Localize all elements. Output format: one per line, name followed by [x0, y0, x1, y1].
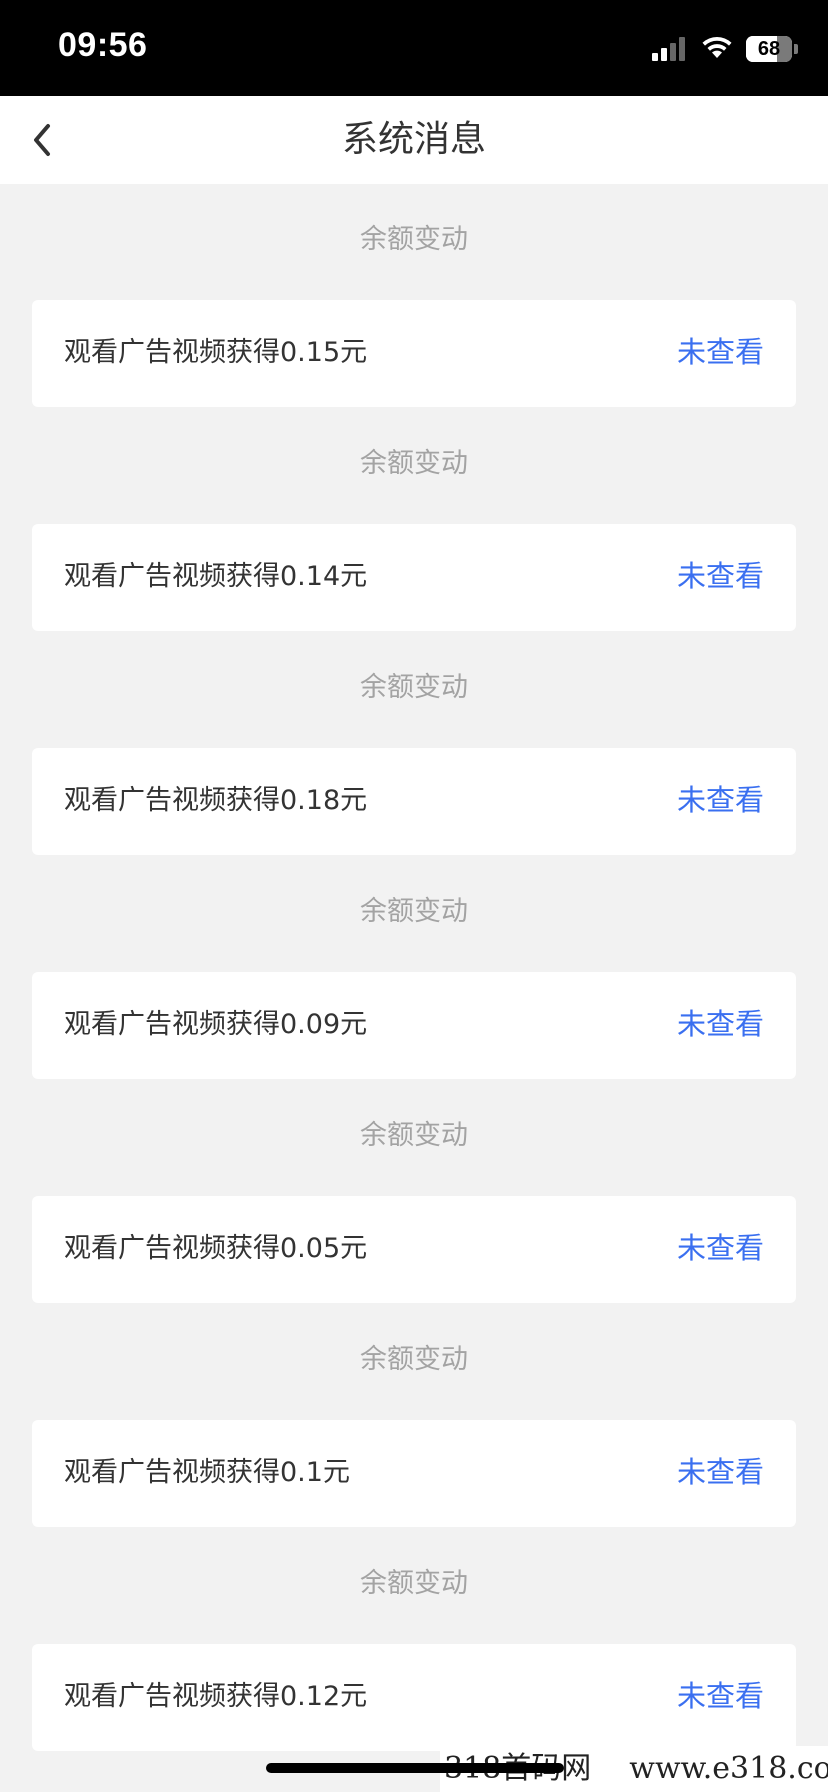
message-group: 余额变动 观看广告视频获得0.15元 未查看: [0, 184, 828, 408]
message-category: 余额变动: [360, 448, 468, 479]
message-status[interactable]: 未查看: [677, 1005, 764, 1043]
battery-icon: 68: [746, 36, 792, 62]
message-card[interactable]: 观看广告视频获得0.12元 未查看: [32, 1644, 796, 1751]
message-category: 余额变动: [360, 672, 468, 703]
message-card[interactable]: 观看广告视频获得0.18元 未查看: [32, 748, 796, 855]
message-card[interactable]: 观看广告视频获得0.15元 未查看: [32, 300, 796, 407]
message-group: 余额变动 观看广告视频获得0.12元 未查看: [0, 1528, 828, 1752]
message-status[interactable]: 未查看: [677, 1453, 764, 1491]
watermark-url: www.e318.com: [629, 1751, 828, 1786]
nav-bar: 系统消息: [0, 96, 828, 184]
message-group: 余额变动 观看广告视频获得0.05元 未查看: [0, 1080, 828, 1304]
battery-text: 68: [757, 37, 781, 60]
message-text: 观看广告视频获得0.09元: [64, 1009, 368, 1040]
message-card[interactable]: 观看广告视频获得0.14元 未查看: [32, 524, 796, 631]
message-text: 观看广告视频获得0.05元: [64, 1233, 368, 1264]
message-status[interactable]: 未查看: [677, 333, 764, 371]
message-category: 余额变动: [360, 224, 468, 255]
message-category: 余额变动: [360, 896, 468, 927]
message-card[interactable]: 观看广告视频获得0.1元 未查看: [32, 1420, 796, 1527]
message-status[interactable]: 未查看: [677, 1677, 764, 1715]
message-text: 观看广告视频获得0.1元: [64, 1457, 350, 1488]
message-group: 余额变动 观看广告视频获得0.14元 未查看: [0, 408, 828, 632]
message-card[interactable]: 观看广告视频获得0.05元 未查看: [32, 1196, 796, 1303]
message-text: 观看广告视频获得0.15元: [64, 337, 368, 368]
message-card[interactable]: 观看广告视频获得0.09元 未查看: [32, 972, 796, 1079]
message-category: 余额变动: [360, 1568, 468, 1599]
signal-icon: [652, 37, 688, 61]
message-status[interactable]: 未查看: [677, 781, 764, 819]
wifi-icon: [700, 34, 734, 64]
message-list[interactable]: 余额变动 观看广告视频获得0.15元 未查看 余额变动 观看广告视频获得0.14…: [0, 184, 828, 1752]
message-group: 余额变动 观看广告视频获得0.1元 未查看: [0, 1304, 828, 1528]
status-time: 09:56: [58, 26, 148, 64]
message-text: 观看广告视频获得0.14元: [64, 561, 368, 592]
message-text: 观看广告视频获得0.12元: [64, 1681, 368, 1712]
message-status[interactable]: 未查看: [677, 1229, 764, 1267]
page-title: 系统消息: [341, 119, 486, 160]
message-text: 观看广告视频获得0.18元: [64, 785, 368, 816]
message-group: 余额变动 观看广告视频获得0.18元 未查看: [0, 632, 828, 856]
message-group: 余额变动 观看广告视频获得0.09元 未查看: [0, 856, 828, 1080]
message-status[interactable]: 未查看: [677, 557, 764, 595]
status-bar: 09:56 68: [0, 0, 828, 96]
message-category: 余额变动: [360, 1344, 468, 1375]
battery-tip: [794, 44, 798, 54]
message-category: 余额变动: [360, 1120, 468, 1151]
home-indicator[interactable]: [266, 1763, 564, 1773]
status-icons: 68: [652, 34, 798, 64]
